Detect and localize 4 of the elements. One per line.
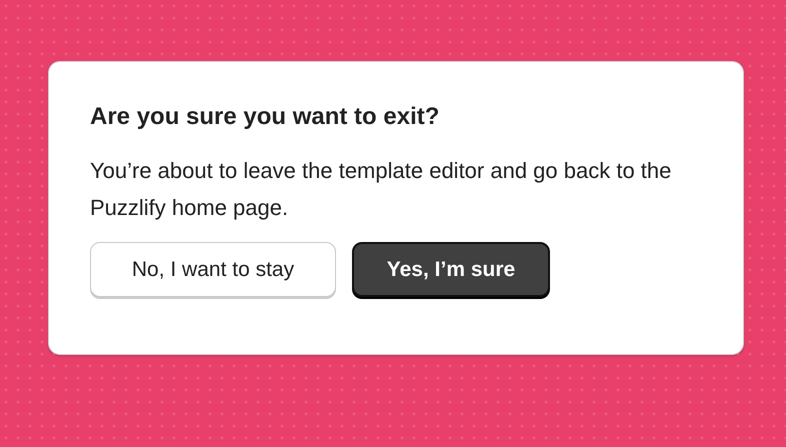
confirm-button[interactable]: Yes, I’m sure	[352, 242, 550, 297]
dialog-message: You’re about to leave the template editor and go back to the Puzzlify home page.	[90, 157, 672, 222]
cancel-button[interactable]: No, I want to stay	[90, 242, 336, 297]
dialog-title: Are you sure you want to exit?	[90, 102, 440, 132]
